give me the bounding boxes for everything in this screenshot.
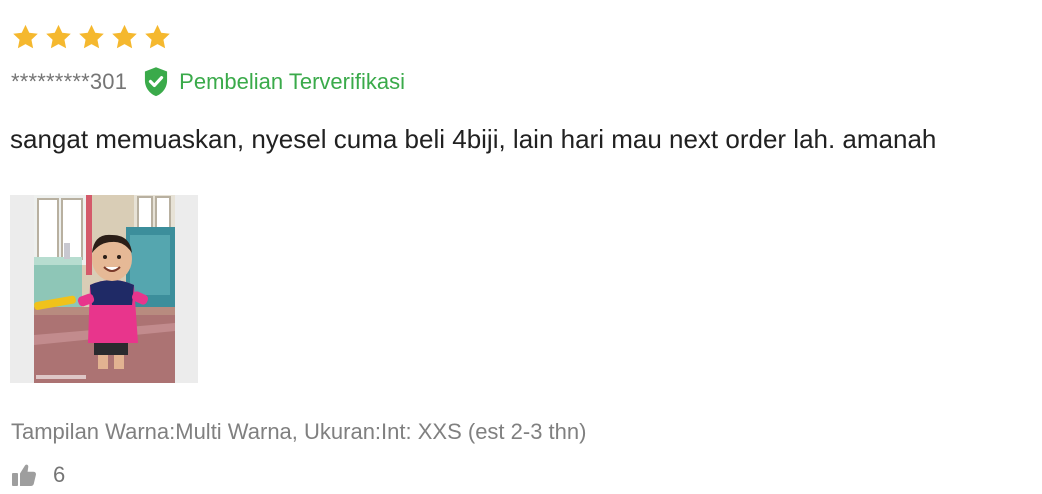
reviewer-username: *********301 bbox=[11, 69, 128, 94]
review-comment: sangat memuaskan, nyesel cuma beli 4biji… bbox=[10, 124, 937, 154]
star-icon bbox=[142, 22, 173, 53]
review-photo-thumbnail[interactable] bbox=[10, 195, 198, 383]
rating-stars bbox=[10, 22, 173, 53]
like-count: 6 bbox=[53, 462, 66, 487]
review-photo-image bbox=[34, 195, 175, 383]
star-icon bbox=[43, 22, 74, 53]
variant-info: Tampilan Warna:Multi Warna, Ukuran:Int: … bbox=[11, 419, 587, 444]
star-icon bbox=[10, 22, 41, 53]
thumbs-up-icon bbox=[11, 463, 37, 487]
star-icon bbox=[76, 22, 107, 53]
reviewer-meta: *********301 Pembelian Terverifikasi bbox=[11, 64, 405, 100]
like-button[interactable]: 6 bbox=[11, 462, 65, 488]
verified-purchase-label: Pembelian Terverifikasi bbox=[179, 69, 405, 94]
review-card: *********301 Pembelian Terverifikasi san… bbox=[0, 0, 1042, 494]
verified-purchase-badge: Pembelian Terverifikasi bbox=[141, 66, 405, 98]
star-icon bbox=[109, 22, 140, 53]
shield-check-icon bbox=[141, 66, 171, 98]
